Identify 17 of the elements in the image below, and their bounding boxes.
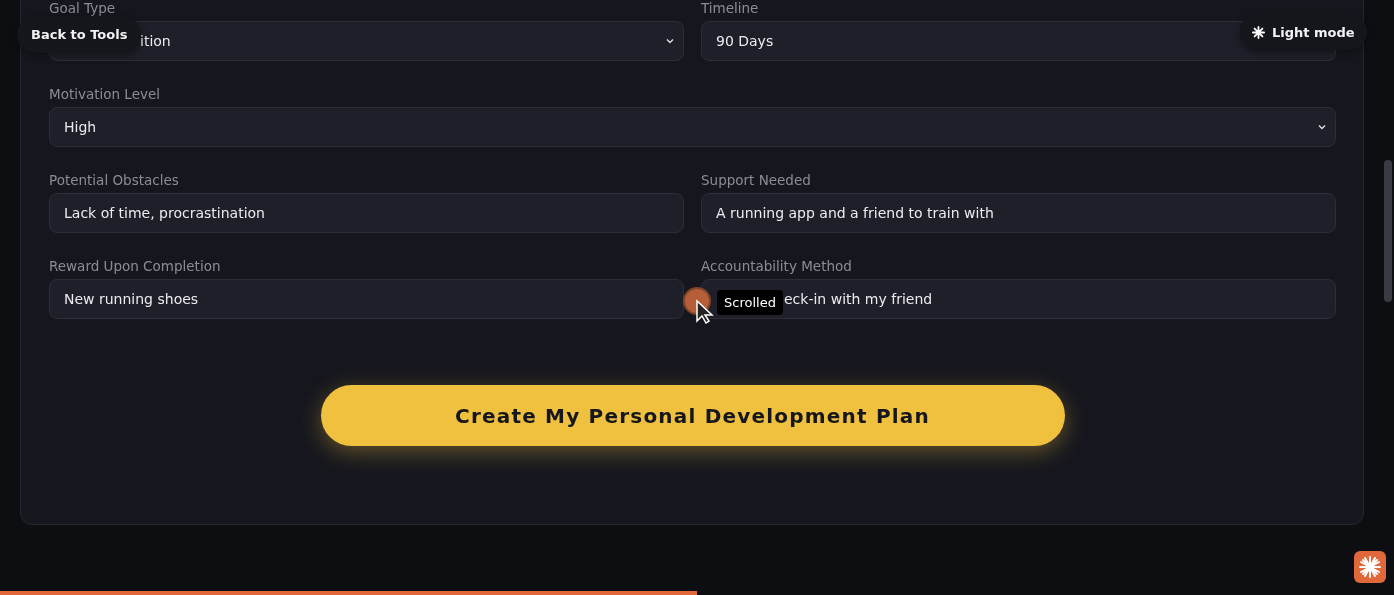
- input-field[interactable]: A running app and a friend to train with: [701, 193, 1336, 233]
- field-label: Motivation Level: [49, 87, 161, 102]
- field-label: Accountability Method: [701, 259, 853, 274]
- input-field[interactable]: Lack of time, procrastination: [49, 193, 684, 233]
- tooltip: Scrolled: [717, 290, 783, 315]
- field-label: Support Needed: [701, 173, 812, 188]
- input-field[interactable]: New running shoes: [49, 279, 684, 319]
- select-field[interactable]: High: [49, 107, 1336, 147]
- field-label: Potential Obstacles: [49, 173, 180, 188]
- scrollbar-thumb[interactable]: [1384, 160, 1392, 302]
- field-label: Goal Type: [49, 1, 117, 16]
- field-label: Reward Upon Completion: [49, 259, 222, 274]
- cursor-icon: [682, 286, 714, 324]
- sparkle-icon[interactable]: [1354, 551, 1386, 583]
- field-label: Timeline: [701, 1, 760, 16]
- create-plan-button[interactable]: Create My Personal Development Plan: [320, 385, 1065, 446]
- chevron-down-icon: [1317, 122, 1327, 132]
